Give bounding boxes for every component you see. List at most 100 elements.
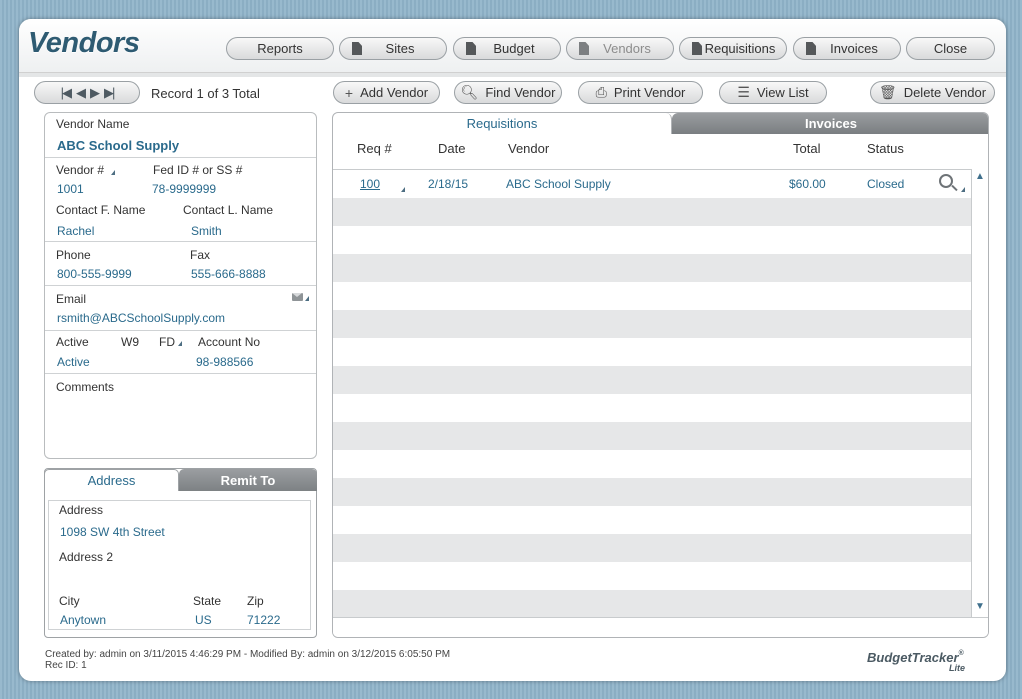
delete-vendor-button[interactable]: 🗑︎ Delete Vendor bbox=[870, 81, 995, 104]
contact-first-field[interactable]: Rachel bbox=[57, 224, 94, 238]
tab-invoices[interactable]: Invoices bbox=[672, 113, 988, 134]
fd-label: FD bbox=[159, 335, 175, 349]
related-records-panel: Requisitions Invoices Req # Date Vendor … bbox=[332, 112, 989, 638]
magnifier-dropdown-icon[interactable] bbox=[961, 187, 965, 192]
tab-remit-to[interactable]: Remit To bbox=[179, 469, 317, 491]
delete-vendor-label: Delete Vendor bbox=[903, 85, 987, 100]
contact-first-label: Contact F. Name bbox=[56, 203, 146, 217]
brand-logo: BudgetTracker® Lite bbox=[867, 650, 965, 673]
address-tab-bar: Address Remit To bbox=[44, 469, 317, 491]
req-vendor: ABC School Supply bbox=[506, 177, 611, 191]
city-field[interactable]: Anytown bbox=[60, 613, 106, 627]
table-row[interactable]: 100 2/18/15 ABC School Supply $60.00 Clo… bbox=[333, 170, 971, 198]
phone-field[interactable]: 800-555-9999 bbox=[57, 267, 132, 281]
reports-button[interactable]: Reports bbox=[226, 37, 334, 60]
header-bar: Vendors Reports Sites Budget Vendors Req… bbox=[19, 19, 1006, 73]
fd-dropdown-icon[interactable] bbox=[178, 341, 182, 346]
magnifier-icon[interactable] bbox=[939, 174, 953, 188]
next-record-icon[interactable]: ▶ bbox=[90, 85, 100, 101]
account-no-label: Account No bbox=[198, 335, 261, 349]
find-vendor-button[interactable]: 🔍︎ Find Vendor bbox=[454, 81, 562, 104]
record-id-text: Rec ID: 1 bbox=[45, 660, 87, 671]
vendor-details-panel: Vendor Name ABC School Supply Vendor # F… bbox=[44, 112, 317, 459]
req-total: $60.00 bbox=[789, 177, 826, 191]
empty-row bbox=[333, 226, 971, 254]
brand-sub: Lite bbox=[949, 663, 966, 673]
address-label: Address bbox=[59, 503, 104, 517]
add-vendor-label: Add Vendor bbox=[360, 85, 429, 100]
address-form: Address 1098 SW 4th Street Address 2 Cit… bbox=[48, 500, 311, 630]
empty-row bbox=[333, 310, 971, 338]
req-number-link[interactable]: 100 bbox=[360, 177, 380, 191]
brand-registered: ® bbox=[958, 650, 964, 657]
audit-text: Created by: admin on 3/11/2015 4:46:29 P… bbox=[45, 649, 451, 660]
list-icon: ☰ bbox=[737, 84, 750, 100]
empty-row bbox=[333, 506, 971, 534]
view-list-button[interactable]: ☰ View List bbox=[719, 81, 827, 104]
state-field[interactable]: US bbox=[195, 613, 212, 627]
vendors-button: Vendors bbox=[566, 37, 674, 60]
empty-row bbox=[333, 450, 971, 478]
budget-button[interactable]: Budget bbox=[453, 37, 561, 60]
fax-field[interactable]: 555-666-8888 bbox=[191, 267, 266, 281]
vendors-window: Vendors Reports Sites Budget Vendors Req… bbox=[19, 19, 1006, 681]
header-divider bbox=[19, 73, 1006, 77]
empty-row bbox=[333, 338, 971, 366]
vendor-name-field[interactable]: ABC School Supply bbox=[57, 138, 179, 153]
document-icon bbox=[352, 42, 362, 55]
comments-group[interactable]: Comments bbox=[45, 374, 316, 458]
grid-scrollbar[interactable]: ▲ ▼ bbox=[971, 169, 988, 617]
zip-field[interactable]: 71222 bbox=[247, 613, 280, 627]
w9-label: W9 bbox=[121, 335, 139, 349]
fed-id-label: Fed ID # or SS # bbox=[153, 163, 243, 177]
active-label: Active bbox=[56, 335, 89, 349]
vendor-name-label: Vendor Name bbox=[56, 117, 130, 131]
sites-button[interactable]: Sites bbox=[339, 37, 447, 60]
tab-address[interactable]: Address bbox=[44, 469, 179, 491]
sites-button-label: Sites bbox=[385, 41, 415, 56]
req-dropdown-icon[interactable] bbox=[401, 187, 405, 192]
empty-row bbox=[333, 590, 971, 618]
address-field[interactable]: 1098 SW 4th Street bbox=[60, 525, 165, 539]
first-record-icon[interactable]: |◀ bbox=[61, 85, 72, 101]
empty-row bbox=[333, 282, 971, 310]
empty-row bbox=[333, 534, 971, 562]
invoices-button-label: Invoices bbox=[830, 41, 878, 56]
plus-icon: + bbox=[344, 84, 354, 101]
requisitions-button[interactable]: Requisitions bbox=[679, 37, 787, 60]
phone-group: Phone Fax 800-555-9999 555-666-8888 bbox=[45, 242, 316, 286]
print-vendor-button[interactable]: ⎙ Print Vendor bbox=[578, 81, 703, 104]
previous-record-icon[interactable]: ◀ bbox=[76, 85, 86, 101]
vendor-number-dropdown-icon[interactable] bbox=[111, 170, 115, 175]
close-button-label: Close bbox=[933, 41, 968, 56]
requisitions-grid: 100 2/18/15 ABC School Supply $60.00 Clo… bbox=[333, 169, 971, 618]
vendor-number-field[interactable]: 1001 bbox=[57, 182, 84, 196]
account-no-field[interactable]: 98-988566 bbox=[196, 355, 253, 369]
state-label: State bbox=[193, 594, 222, 608]
fed-id-field[interactable]: 78-9999999 bbox=[152, 182, 216, 196]
scroll-down-icon[interactable]: ▼ bbox=[975, 601, 985, 612]
column-header-date: Date bbox=[438, 141, 466, 156]
empty-row bbox=[333, 422, 971, 450]
requisitions-button-label: Requisitions bbox=[704, 41, 776, 56]
empty-row bbox=[333, 366, 971, 394]
contact-last-field[interactable]: Smith bbox=[191, 224, 222, 238]
document-icon bbox=[806, 42, 816, 55]
email-label: Email bbox=[56, 292, 87, 306]
empty-row bbox=[333, 478, 971, 506]
fax-label: Fax bbox=[190, 248, 211, 262]
active-field[interactable]: Active bbox=[57, 355, 90, 369]
last-record-icon[interactable]: ▶| bbox=[104, 85, 115, 101]
vendor-id-group: Vendor # Fed ID # or SS # 1001 78-999999… bbox=[45, 158, 316, 201]
document-icon bbox=[579, 42, 589, 55]
email-field[interactable]: rsmith@ABCSchoolSupply.com bbox=[57, 311, 225, 325]
tab-requisitions[interactable]: Requisitions bbox=[333, 113, 672, 134]
status-group: Active W9 FD Account No Active 98-988566 bbox=[45, 331, 316, 374]
add-vendor-button[interactable]: + Add Vendor bbox=[333, 81, 440, 104]
email-dropdown-icon[interactable] bbox=[305, 296, 309, 301]
comments-label: Comments bbox=[56, 380, 115, 394]
mail-icon[interactable] bbox=[292, 293, 303, 301]
close-button[interactable]: Close bbox=[906, 37, 995, 60]
scroll-up-icon[interactable]: ▲ bbox=[975, 171, 985, 182]
invoices-button[interactable]: Invoices bbox=[793, 37, 901, 60]
